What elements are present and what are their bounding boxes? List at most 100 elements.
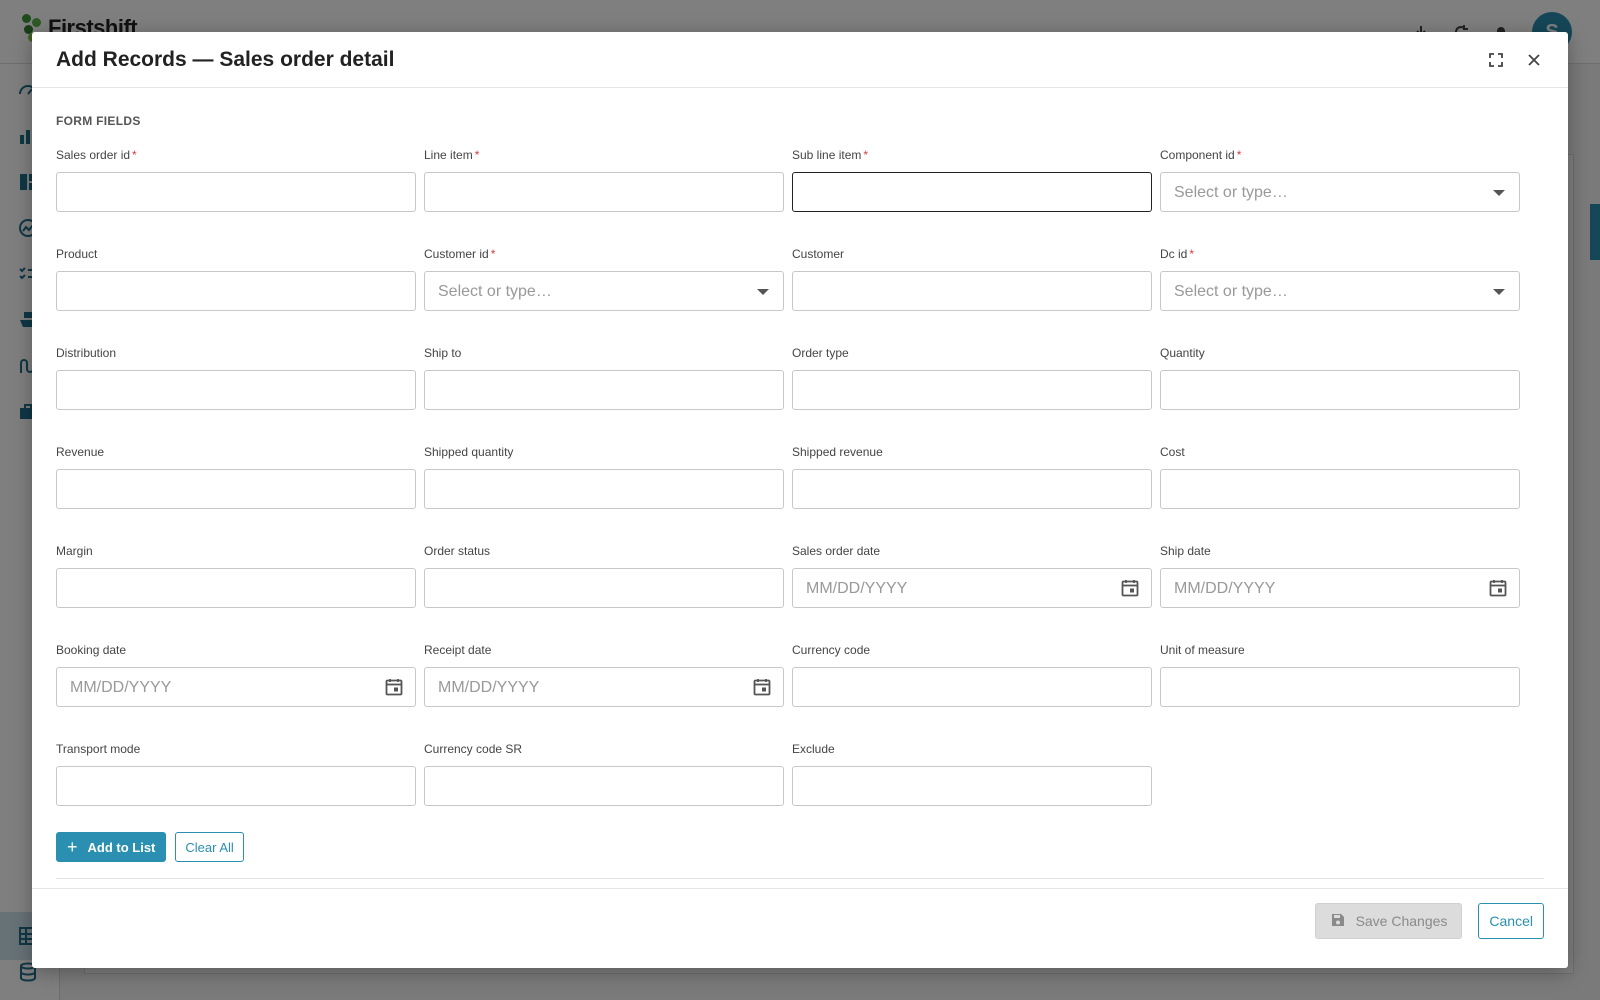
currency-code-input[interactable] [792, 667, 1152, 707]
modal-header-actions [1486, 50, 1544, 70]
modal-header: Add Records — Sales order detail [32, 32, 1568, 88]
field-label: Dc id * [1160, 247, 1195, 261]
line-item-input[interactable] [424, 172, 784, 212]
field-label: Order status [424, 544, 491, 558]
field-dc-id: Dc id * Select or type… [1160, 247, 1520, 311]
add-records-modal: Add Records — Sales order detail FORM FI… [32, 32, 1568, 968]
receipt-date-input[interactable]: MM/DD/YYYY [424, 667, 784, 707]
sales-order-id-input[interactable] [56, 172, 416, 212]
select-placeholder: Select or type… [1174, 283, 1288, 300]
dc-id-select[interactable]: Select or type… [1160, 271, 1520, 311]
caret-down-icon[interactable] [1493, 289, 1505, 295]
calendar-icon[interactable] [752, 677, 772, 697]
field-label: Transport mode [56, 742, 141, 756]
sales-order-date-input[interactable]: MM/DD/YYYY [792, 568, 1152, 608]
field-product: Product [56, 247, 416, 311]
ship-date-input[interactable]: MM/DD/YYYY [1160, 568, 1520, 608]
ship-to-input[interactable] [424, 370, 784, 410]
exclude-input[interactable] [792, 766, 1152, 806]
field-label: Order type [792, 346, 849, 360]
sub-line-item-input[interactable] [792, 172, 1152, 212]
shipped-revenue-input[interactable] [792, 469, 1152, 509]
save-icon [1330, 912, 1346, 931]
date-placeholder: MM/DD/YYYY [70, 679, 172, 696]
order-status-input[interactable] [424, 568, 784, 608]
component-id-select[interactable]: Select or type… [1160, 172, 1520, 212]
save-changes-label: Save Changes [1355, 913, 1448, 929]
unit-of-measure-input[interactable] [1160, 667, 1520, 707]
close-icon[interactable] [1524, 50, 1544, 70]
add-to-list-button[interactable]: + Add to List [56, 832, 167, 862]
section-title: FORM FIELDS [56, 114, 141, 128]
field-label: Product [56, 247, 98, 261]
field-label: Line item * [424, 148, 480, 162]
margin-input[interactable] [56, 568, 416, 608]
customer-id-select[interactable]: Select or type… [424, 271, 784, 311]
cost-input[interactable] [1160, 469, 1520, 509]
field-label: Ship date [1160, 544, 1211, 558]
calendar-icon[interactable] [1488, 578, 1508, 598]
field-label: Unit of measure [1160, 643, 1245, 657]
caret-down-icon[interactable] [1493, 190, 1505, 196]
field-shipped-quantity: Shipped quantity [424, 445, 784, 509]
field-label: Ship to [424, 346, 462, 360]
customer-input[interactable] [792, 271, 1152, 311]
calendar-icon[interactable] [1120, 578, 1140, 598]
field-customer-id: Customer id * Select or type… [424, 247, 784, 311]
field-label: Receipt date [424, 643, 492, 657]
clear-all-button[interactable]: Clear All [175, 832, 244, 862]
save-changes-button[interactable]: Save Changes [1314, 903, 1463, 939]
field-margin: Margin [56, 544, 416, 608]
caret-down-icon[interactable] [757, 289, 769, 295]
date-placeholder: MM/DD/YYYY [438, 679, 540, 696]
required-mark: * [1236, 148, 1242, 162]
field-label: Currency code SR [424, 742, 523, 756]
field-label: Exclude [792, 742, 835, 756]
field-label: Shipped quantity [424, 445, 514, 459]
section-divider [56, 878, 1544, 879]
cancel-button[interactable]: Cancel [1478, 903, 1544, 939]
field-label: Sales order date [792, 544, 881, 558]
plus-icon: + [67, 837, 78, 857]
distribution-input[interactable] [56, 370, 416, 410]
field-label: Currency code [792, 643, 871, 657]
field-sales-order-date: Sales order date MM/DD/YYYY [792, 544, 1152, 608]
required-mark: * [863, 148, 869, 162]
field-label: Distribution [56, 346, 117, 360]
modal-body: FORM FIELDS Sales order id * Line item * S… [32, 88, 1568, 938]
currency-code-sr-input[interactable] [424, 766, 784, 806]
form-button-row: + Add to List Clear All [56, 832, 244, 862]
field-label: Quantity [1160, 346, 1205, 360]
calendar-icon[interactable] [384, 677, 404, 697]
field-label: Cost [1160, 445, 1185, 459]
field-sales-order-id: Sales order id * [56, 148, 416, 212]
field-revenue: Revenue [56, 445, 416, 509]
field-customer: Customer [792, 247, 1152, 311]
booking-date-input[interactable]: MM/DD/YYYY [56, 667, 416, 707]
field-booking-date: Booking date MM/DD/YYYY [56, 643, 416, 707]
required-mark: * [490, 247, 496, 261]
revenue-input[interactable] [56, 469, 416, 509]
fullscreen-icon[interactable] [1486, 50, 1506, 70]
field-shipped-revenue: Shipped revenue [792, 445, 1152, 509]
quantity-input[interactable] [1160, 370, 1520, 410]
field-transport-mode: Transport mode [56, 742, 416, 806]
field-cost: Cost [1160, 445, 1520, 509]
shipped-quantity-input[interactable] [424, 469, 784, 509]
field-order-type: Order type [792, 346, 1152, 410]
date-placeholder: MM/DD/YYYY [1174, 580, 1276, 597]
field-label: Shipped revenue [792, 445, 883, 459]
field-order-status: Order status [424, 544, 784, 608]
field-currency-code: Currency code [792, 643, 1152, 707]
product-input[interactable] [56, 271, 416, 311]
field-line-item: Line item * [424, 148, 784, 212]
select-placeholder: Select or type… [1174, 184, 1288, 201]
transport-mode-input[interactable] [56, 766, 416, 806]
field-unit-of-measure: Unit of measure [1160, 643, 1520, 707]
footer-actions: Save Changes Cancel [1314, 903, 1544, 939]
field-exclude: Exclude [792, 742, 1152, 806]
required-mark: * [132, 148, 137, 162]
order-type-input[interactable] [792, 370, 1152, 410]
modal-title: Add Records — Sales order detail [56, 48, 395, 71]
field-receipt-date: Receipt date MM/DD/YYYY [424, 643, 784, 707]
